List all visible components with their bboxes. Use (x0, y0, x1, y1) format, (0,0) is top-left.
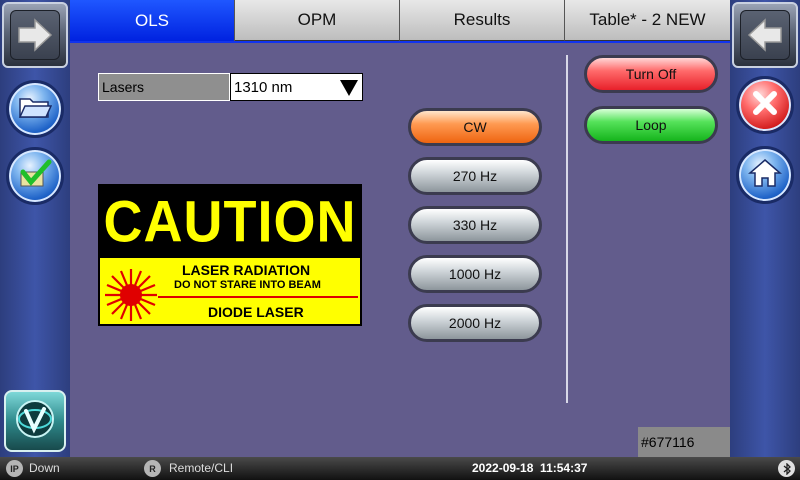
2000hz-button[interactable]: 2000 Hz (408, 304, 542, 342)
main-panel: OLS OPM Results Table* - 2 NEW Lasers 13… (70, 0, 730, 457)
status-bar: IP Down R Remote/CLI 2022-09-18 11:54:37 (0, 457, 800, 480)
remote-icon: R (144, 460, 161, 477)
tab-underline (70, 41, 730, 43)
vertical-divider (566, 55, 568, 403)
brand-logo-icon (13, 397, 57, 446)
1000hz-button[interactable]: 1000 Hz (408, 255, 542, 293)
270hz-button[interactable]: 270 Hz (408, 157, 542, 195)
tab-results[interactable]: Results (400, 0, 565, 41)
datetime: 2022-09-18 11:54:37 (472, 461, 588, 475)
caution-band: CAUTION (100, 186, 360, 258)
close-button[interactable] (736, 76, 794, 134)
brand-logo-button[interactable] (4, 390, 66, 452)
tab-bar: OLS OPM Results Table* - 2 NEW (70, 0, 730, 42)
caution-line-radiation: LASER RADIATION (182, 262, 311, 278)
turn-off-button[interactable]: Turn Off (584, 55, 718, 93)
close-icon (750, 88, 780, 123)
home-icon (747, 158, 783, 193)
cw-button[interactable]: CW (408, 108, 542, 146)
save-check-icon (17, 158, 53, 195)
save-button[interactable] (6, 147, 64, 205)
tab-ols[interactable]: OLS (70, 0, 235, 41)
forward-button[interactable] (2, 2, 68, 68)
left-sidebar (0, 0, 70, 457)
laser-caution-sign: CAUTION LASER RADIATION DO NOT STARE INT… (98, 184, 362, 326)
network-status: Down (29, 461, 60, 475)
caution-heading: CAUTION (103, 189, 357, 255)
home-button[interactable] (736, 146, 794, 204)
laser-burst-icon (102, 266, 160, 324)
tab-opm[interactable]: OPM (235, 0, 400, 41)
caution-line-stare: DO NOT STARE INTO BEAM (174, 279, 321, 291)
bluetooth-icon[interactable] (778, 460, 795, 477)
right-sidebar (730, 0, 800, 457)
tab-table[interactable]: Table* - 2 NEW (565, 0, 730, 41)
lasers-dropdown-value: 1310 nm (234, 78, 293, 96)
loop-button[interactable]: Loop (584, 106, 718, 144)
serial-number: #677116 (638, 427, 730, 457)
remote-status: Remote/CLI (169, 461, 234, 475)
back-arrow-icon (740, 10, 790, 60)
caution-beam-line (158, 296, 358, 298)
folder-open-icon (18, 93, 53, 126)
ip-icon: IP (6, 460, 23, 477)
forward-arrow-icon (10, 10, 60, 60)
caution-line-diode: DIODE LASER (208, 304, 304, 320)
lasers-label: Lasers (98, 73, 230, 101)
lasers-dropdown[interactable]: 1310 nm (230, 73, 363, 101)
back-button[interactable] (732, 2, 798, 68)
dropdown-arrow-icon (340, 80, 358, 96)
330hz-button[interactable]: 330 Hz (408, 206, 542, 244)
open-folder-button[interactable] (6, 80, 64, 138)
